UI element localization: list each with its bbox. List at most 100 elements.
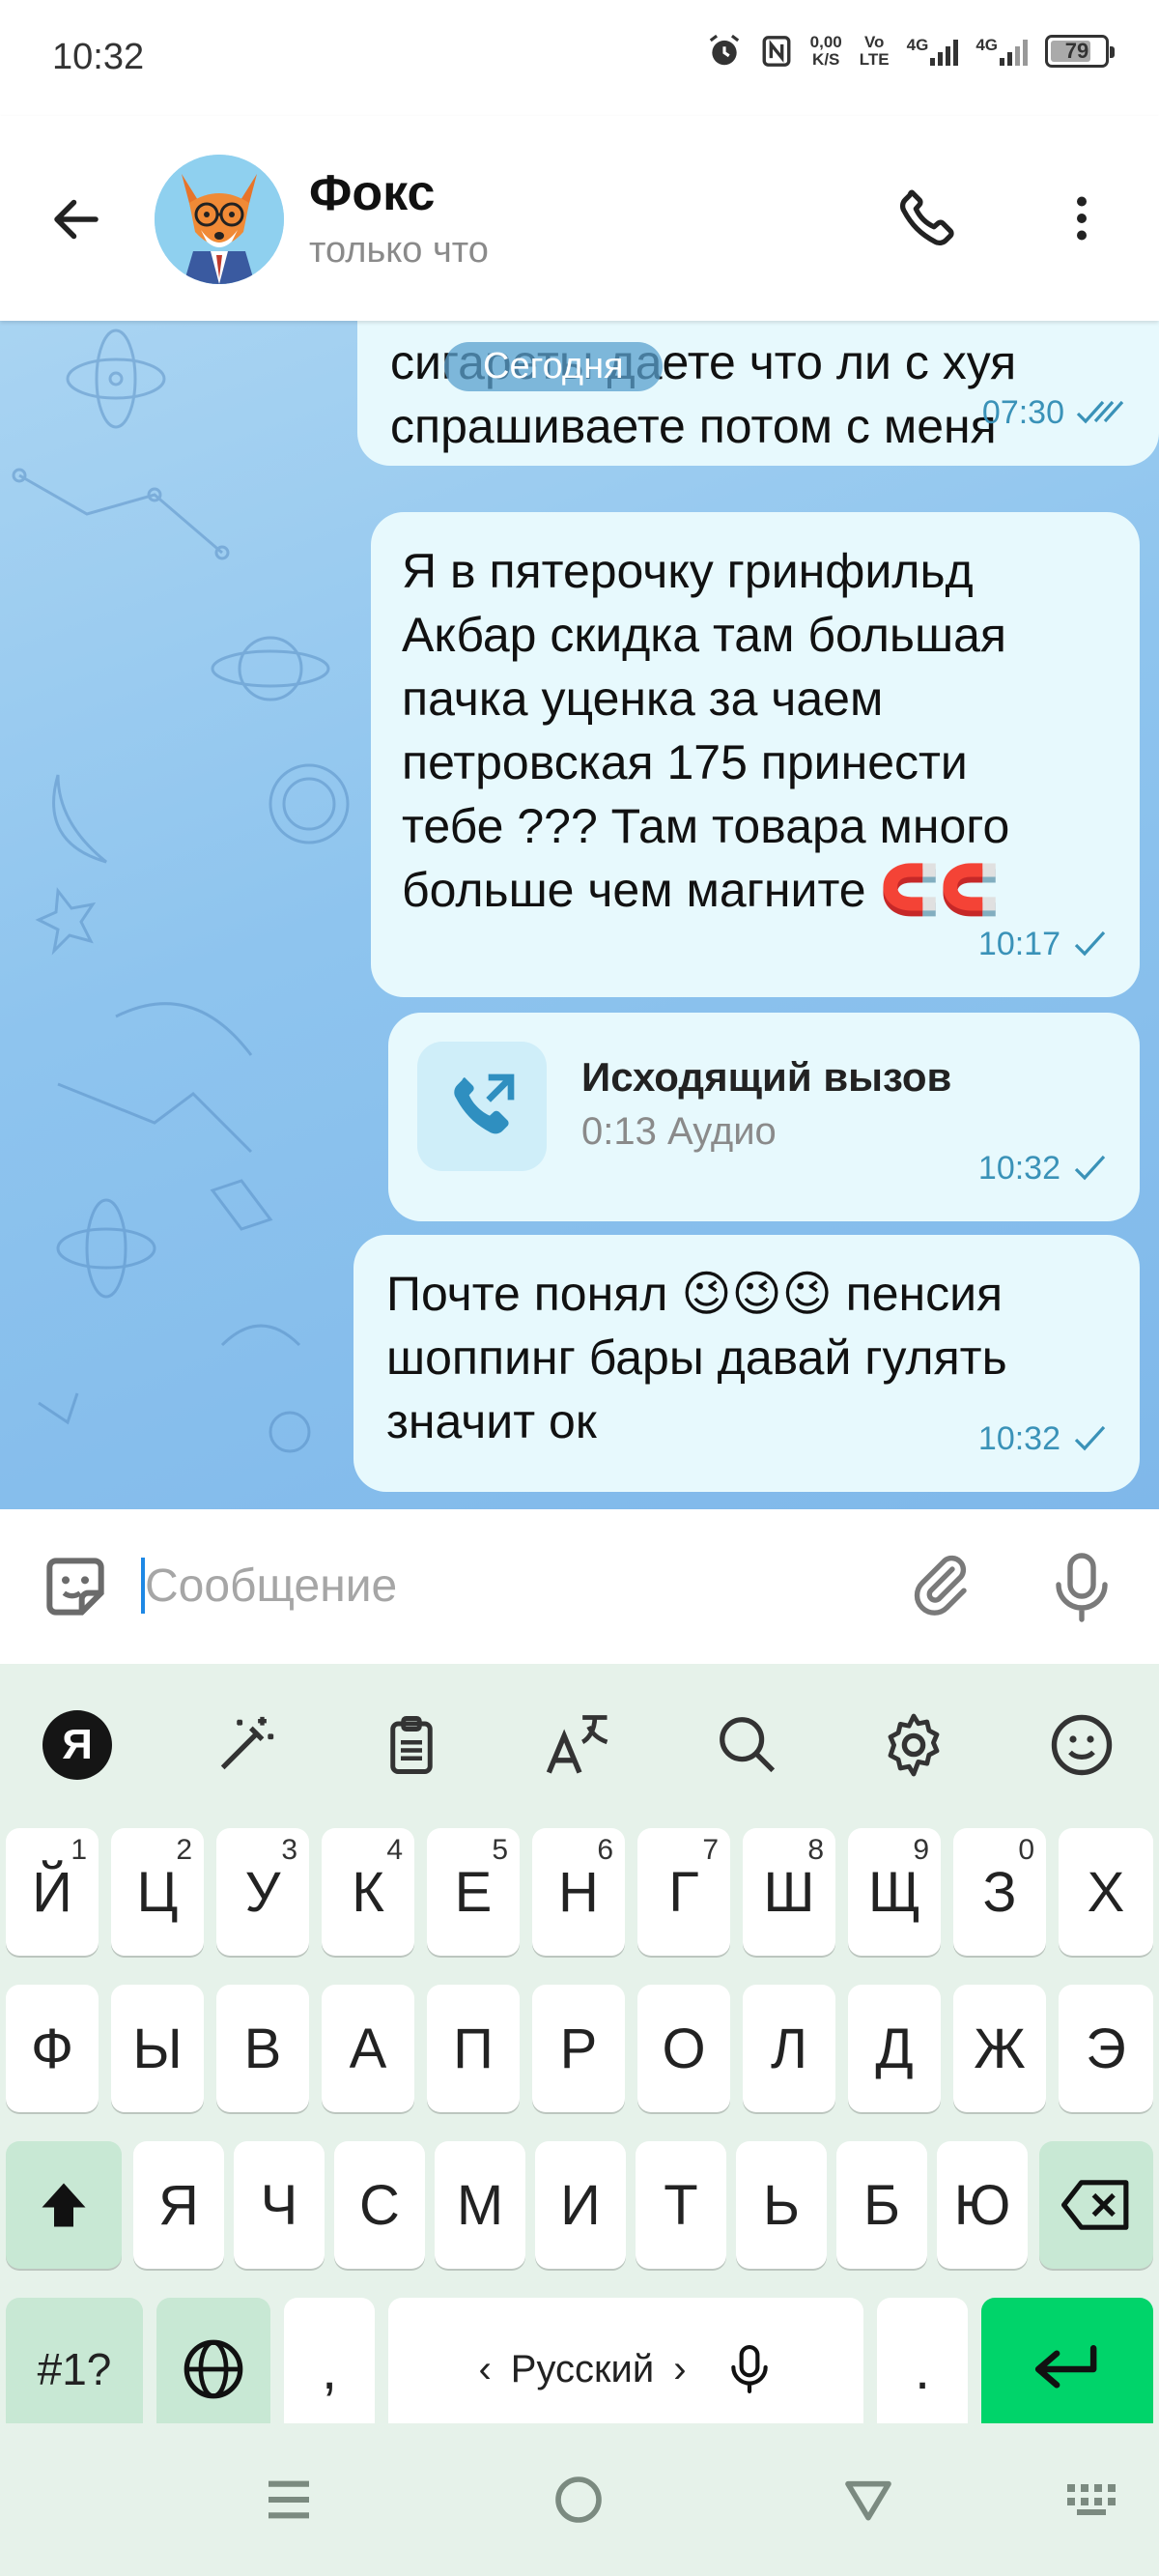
yandex-logo: Я	[42, 1710, 112, 1780]
key-У[interactable]: У3	[216, 1828, 309, 1956]
settings-button[interactable]	[875, 1706, 952, 1784]
message-time: 10:32	[977, 1420, 1060, 1457]
message-meta: 10:32	[978, 1407, 1107, 1471]
shift-icon	[42, 2183, 86, 2227]
enter-icon	[1034, 2345, 1097, 2389]
enter-key[interactable]	[981, 2298, 1153, 2441]
key-М[interactable]: М	[435, 2141, 525, 2269]
check-icon	[1074, 1425, 1106, 1451]
comma-key[interactable]: ,	[284, 2298, 375, 2441]
key-С[interactable]: С	[334, 2141, 425, 2269]
globe-icon	[184, 2339, 243, 2399]
key-Щ[interactable]: Щ9	[848, 1828, 941, 1956]
home-circle-icon	[555, 2476, 602, 2523]
back-button[interactable]	[42, 186, 110, 253]
key-Я[interactable]: Я	[133, 2141, 224, 2269]
attach-button[interactable]	[900, 1546, 981, 1627]
signal-icon	[930, 37, 959, 66]
key-О[interactable]: О	[637, 1985, 730, 2112]
key-Ц[interactable]: Ц2	[111, 1828, 204, 1956]
back-arrow-icon	[54, 199, 99, 240]
recents-button[interactable]	[255, 2466, 323, 2533]
status-icons: 0,00 K/S Vo LTE 4G 4G 79	[706, 33, 1115, 70]
key-Г[interactable]: Г7	[637, 1828, 730, 1956]
emoji-button[interactable]	[1043, 1706, 1120, 1784]
message-meta: 10:17	[978, 912, 1107, 976]
sticker-icon	[46, 1558, 104, 1616]
key-Р[interactable]: Р	[532, 1985, 625, 2112]
translate-icon	[546, 1715, 608, 1774]
battery-icon: 79	[1045, 35, 1115, 68]
space-key[interactable]: ‹ Русский ›	[388, 2298, 863, 2441]
avatar[interactable]	[155, 155, 284, 284]
magic-wand-button[interactable]	[207, 1706, 284, 1784]
key-Ы[interactable]: Ы	[111, 1985, 204, 2112]
emoji-icon	[1051, 1714, 1113, 1776]
menu-icon	[269, 2480, 309, 2519]
key-Л[interactable]: Л	[743, 1985, 835, 2112]
message-meta: 07:30	[982, 381, 1126, 444]
key-В[interactable]: В	[216, 1985, 309, 2112]
key-Д[interactable]: Д	[848, 1985, 941, 2112]
key-Ь[interactable]: Ь	[736, 2141, 827, 2269]
call-button[interactable]	[889, 180, 966, 257]
key-Э[interactable]: Э	[1059, 1985, 1153, 2112]
phone-icon	[899, 189, 954, 246]
voice-message-button[interactable]	[1041, 1544, 1122, 1631]
more-options-button[interactable]	[1043, 180, 1120, 257]
status-bar: 10:32 0,00 K/S Vo LTE 4G 4G 79	[0, 0, 1159, 116]
sticker-button[interactable]	[37, 1548, 114, 1625]
clipboard-button[interactable]	[373, 1706, 450, 1784]
home-button[interactable]	[545, 2466, 612, 2533]
keyboard-toolbar: Я	[0, 1664, 1159, 1818]
key-Ч[interactable]: Ч	[234, 2141, 325, 2269]
period-key[interactable]: .	[877, 2298, 968, 2441]
yandex-button[interactable]: Я	[39, 1706, 116, 1784]
message-input[interactable]	[145, 1544, 879, 1627]
keyboard-switch-button[interactable]	[1060, 2466, 1128, 2533]
translate-button[interactable]	[541, 1706, 618, 1784]
microphone-icon	[1056, 1553, 1108, 1622]
key-Ф[interactable]: Ф	[6, 1985, 99, 2112]
symbols-key[interactable]: #1?	[6, 2298, 143, 2441]
key-Ю[interactable]: Ю	[937, 2141, 1028, 2269]
paperclip-icon	[914, 1555, 967, 1616]
call-message[interactable]: Исходящий вызов 0:13 Аудио 10:32	[388, 1013, 1140, 1221]
key-Б[interactable]: Б	[836, 2141, 927, 2269]
more-vert-icon	[1077, 196, 1087, 241]
key-К[interactable]: К4	[322, 1828, 414, 1956]
message-bubble[interactable]: Я в пятерочку гринфильд Акбар скидка там…	[371, 512, 1140, 997]
keyboard-grid-icon	[1067, 2484, 1116, 2515]
backspace-key[interactable]	[1039, 2141, 1153, 2269]
signal-2: 4G	[975, 37, 1028, 66]
key-Т[interactable]: Т	[636, 2141, 726, 2269]
message-bubble[interactable]: Почте понял 😉😉😉 пенсия шоппинг бары дава…	[353, 1235, 1140, 1492]
back-nav-button[interactable]	[834, 2466, 902, 2533]
search-button[interactable]	[709, 1706, 786, 1784]
space-left-chevron: ‹	[478, 2347, 492, 2390]
key-И[interactable]: И	[535, 2141, 626, 2269]
key-Е[interactable]: Е5	[427, 1828, 520, 1956]
message-time: 10:32	[977, 1150, 1060, 1187]
language-key[interactable]	[156, 2298, 270, 2441]
key-Ж[interactable]: Ж	[953, 1985, 1046, 2112]
call-subtitle: 0:13 Аудио	[581, 1110, 777, 1153]
contact-name[interactable]: Фокс	[309, 164, 435, 222]
call-icon-box[interactable]	[417, 1042, 547, 1171]
outgoing-call-icon	[454, 1073, 515, 1134]
magic-wand-icon	[220, 1716, 274, 1770]
shift-key[interactable]	[6, 2141, 122, 2269]
key-Х[interactable]: Х	[1059, 1828, 1153, 1956]
key-П[interactable]: П	[427, 1985, 520, 2112]
key-Н[interactable]: Н6	[532, 1828, 625, 1956]
backspace-icon	[1061, 2180, 1129, 2230]
key-Ш[interactable]: Ш8	[743, 1828, 835, 1956]
chat-header: Фокс только что	[0, 116, 1159, 321]
key-А[interactable]: А	[322, 1985, 414, 2112]
date-separator: Сегодня	[444, 342, 663, 391]
contact-status: только что	[309, 230, 489, 271]
key-З[interactable]: З0	[953, 1828, 1046, 1956]
key-Й[interactable]: Й1	[6, 1828, 99, 1956]
chat-area[interactable]: Сегодня сигареты даете что ли с хуя спра…	[0, 321, 1159, 1509]
system-nav-bar	[0, 2423, 1159, 2576]
